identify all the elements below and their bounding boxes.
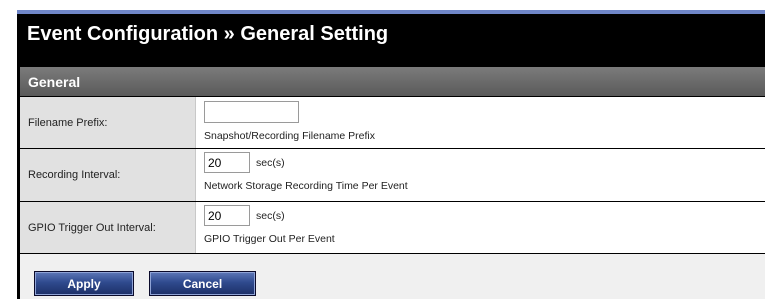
recording-interval-hint: Network Storage Recording Time Per Event bbox=[204, 180, 408, 192]
button-bar: Apply Cancel bbox=[20, 254, 765, 299]
filename-prefix-label: Filename Prefix: bbox=[28, 116, 108, 129]
gpio-interval-row: GPIO Trigger Out Interval: sec(s) GPIO T… bbox=[20, 202, 765, 253]
top-accent-strip bbox=[17, 10, 765, 14]
filename-prefix-value-cell: Snapshot/Recording Filename Prefix bbox=[196, 97, 765, 148]
recording-interval-value-cell: sec(s) Network Storage Recording Time Pe… bbox=[196, 149, 765, 201]
settings-panel: Event Configuration » General Setting Ge… bbox=[17, 10, 765, 299]
gpio-interval-unit: sec(s) bbox=[256, 210, 285, 222]
gpio-interval-label: GPIO Trigger Out Interval: bbox=[28, 221, 156, 234]
recording-interval-label: Recording Interval: bbox=[28, 169, 121, 181]
gpio-interval-label-cell: GPIO Trigger Out Interval: bbox=[20, 202, 196, 253]
recording-interval-input[interactable] bbox=[204, 152, 250, 173]
cancel-button[interactable]: Cancel bbox=[149, 271, 256, 296]
page-title: Event Configuration » General Setting bbox=[27, 23, 389, 45]
recording-interval-row: Recording Interval: sec(s) Network Stora… bbox=[20, 149, 765, 201]
recording-interval-unit: sec(s) bbox=[256, 157, 285, 169]
section-title: General bbox=[28, 74, 81, 90]
section-header: General bbox=[20, 67, 765, 96]
gpio-interval-input[interactable] bbox=[204, 205, 250, 226]
filename-prefix-hint: Snapshot/Recording Filename Prefix bbox=[204, 130, 376, 142]
filename-prefix-label-cell: Filename Prefix: bbox=[20, 97, 196, 148]
filename-prefix-input[interactable] bbox=[204, 101, 299, 123]
apply-button[interactable]: Apply bbox=[34, 271, 134, 296]
gpio-interval-hint: GPIO Trigger Out Per Event bbox=[204, 233, 335, 245]
recording-interval-label-cell: Recording Interval: bbox=[20, 149, 196, 201]
gpio-interval-value-cell: sec(s) GPIO Trigger Out Per Event bbox=[196, 202, 765, 253]
filename-prefix-row: Filename Prefix: Snapshot/Recording File… bbox=[20, 97, 765, 148]
